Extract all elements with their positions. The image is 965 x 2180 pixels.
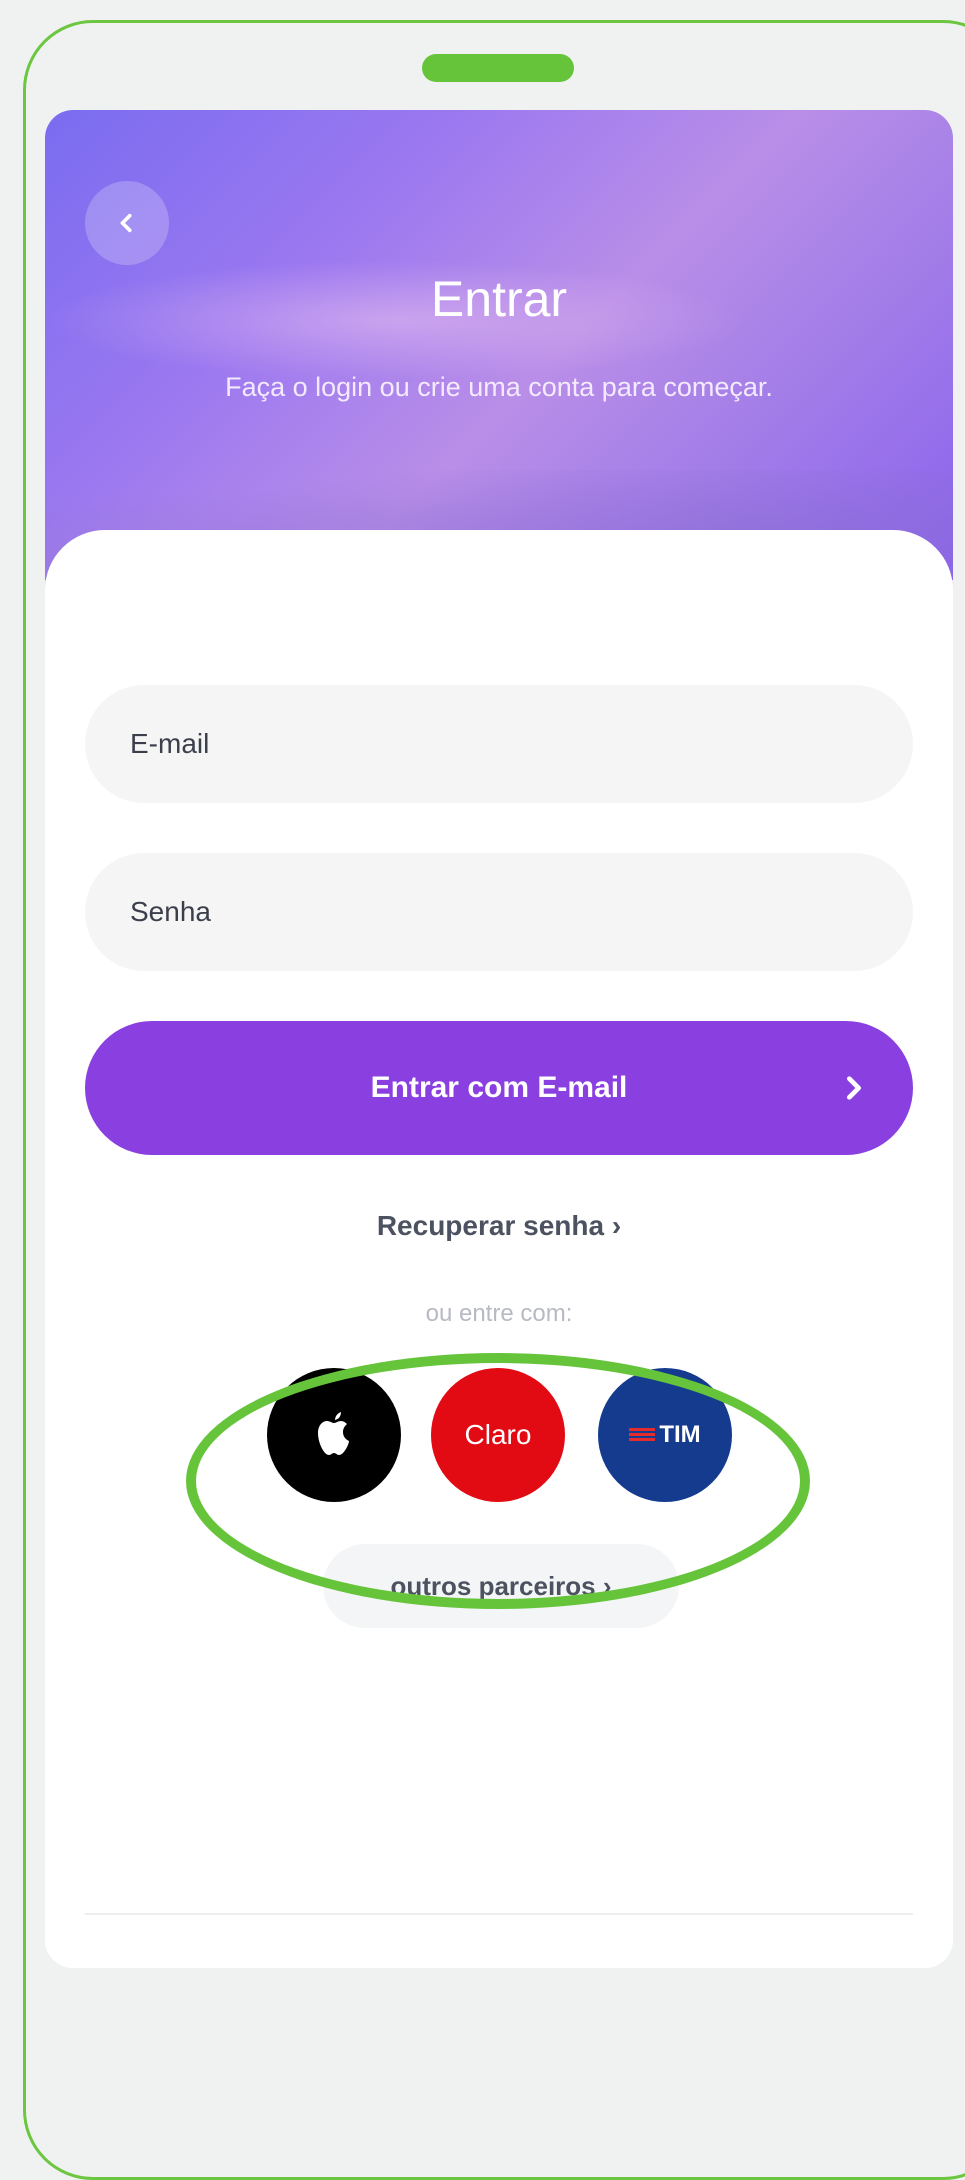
back-button[interactable]	[85, 181, 169, 265]
page-title: Entrar	[430, 271, 568, 327]
login-screen: Entrar Faça o login ou crie uma conta pa…	[45, 110, 953, 1968]
page-subtitle: Faça o login ou crie uma conta para come…	[225, 372, 773, 402]
chevron-right-icon	[847, 1076, 861, 1100]
divider	[85, 1913, 913, 1915]
login-email-button-label: Entrar com E-mail	[370, 1071, 628, 1104]
email-field[interactable]	[85, 685, 913, 803]
chevron-left-icon	[120, 213, 132, 233]
hero-banner: Entrar Faça o login ou crie uma conta pa…	[45, 110, 953, 630]
login-email-button[interactable]: Entrar com E-mail	[85, 1021, 913, 1155]
recover-password-link[interactable]: Recuperar senha ›	[45, 1210, 953, 1242]
highlight-annotation	[186, 1353, 810, 1609]
password-field[interactable]	[85, 853, 913, 971]
device-notch	[422, 54, 574, 82]
alt-login-label: ou entre com:	[425, 1300, 573, 1327]
